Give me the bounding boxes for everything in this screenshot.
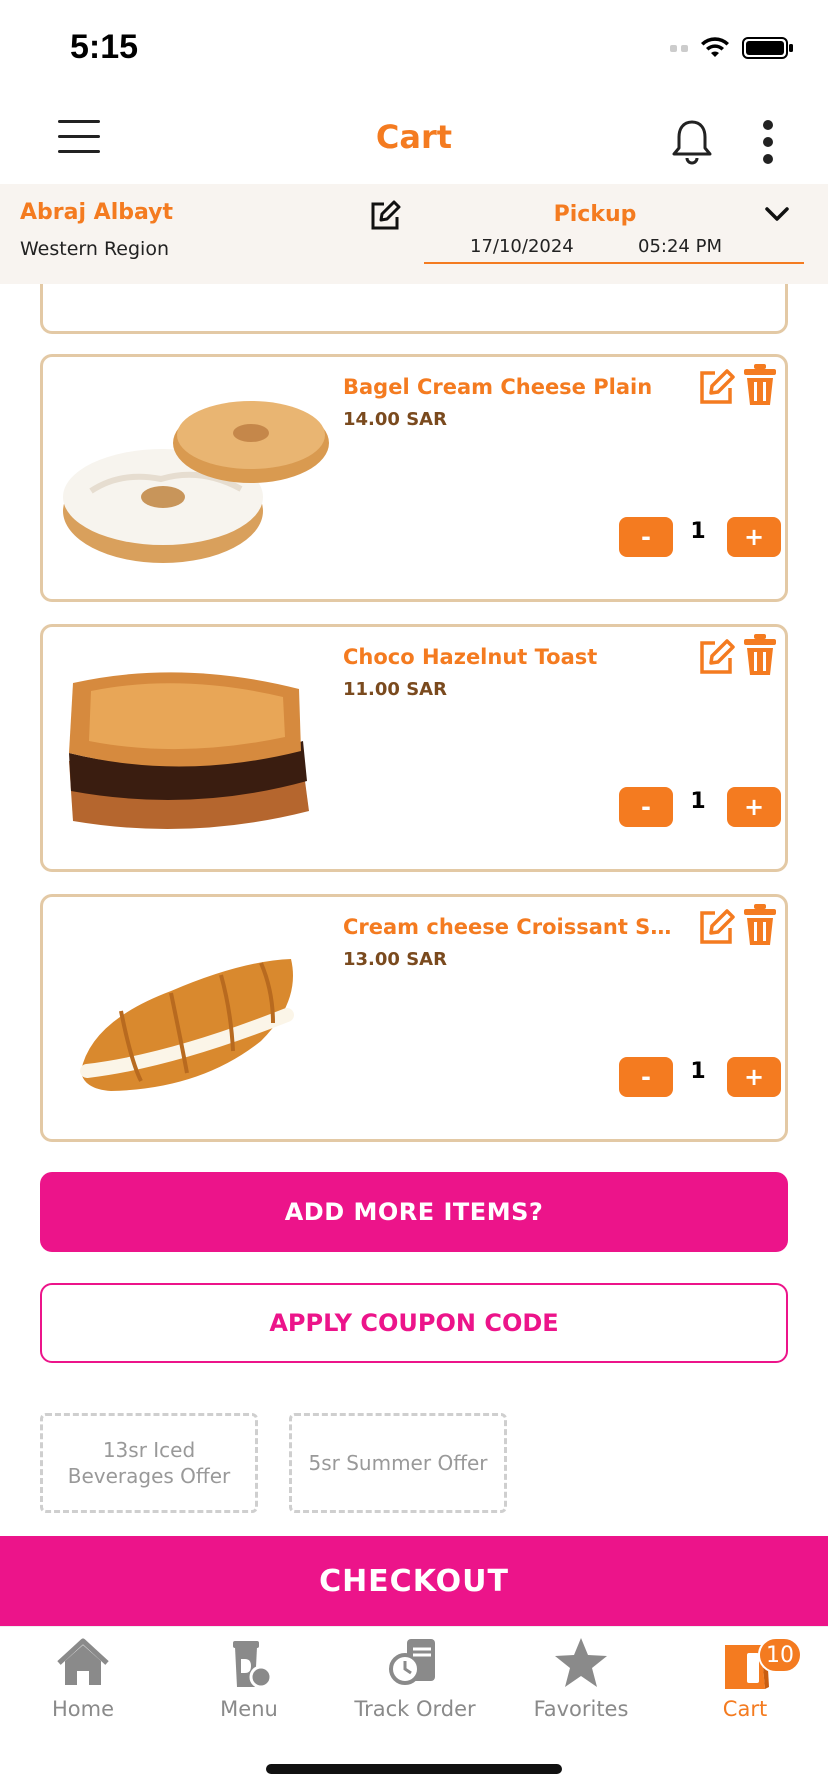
- chevron-down-icon[interactable]: [764, 204, 790, 224]
- offer-chip[interactable]: 13sr Iced Beverages Offer: [40, 1413, 258, 1513]
- quantity-value: 1: [690, 519, 706, 544]
- apply-coupon-button[interactable]: APPLY COUPON CODE: [40, 1283, 788, 1363]
- tab-track-order[interactable]: Track Order: [332, 1635, 498, 1745]
- item-price: 11.00 SAR: [343, 679, 447, 700]
- item-name: Bagel Cream Cheese Plain: [343, 375, 653, 399]
- status-time: 5:15: [70, 28, 139, 66]
- pickup-time[interactable]: 05:24 PM: [638, 236, 722, 257]
- decrease-quantity-button[interactable]: -: [619, 517, 673, 557]
- edit-item-icon[interactable]: [697, 905, 737, 947]
- store-name[interactable]: Abraj Albayt: [20, 200, 173, 225]
- delete-item-icon[interactable]: [743, 633, 777, 677]
- pickup-date[interactable]: 17/10/2024: [470, 236, 574, 257]
- home-icon: [57, 1638, 109, 1685]
- offer-chip[interactable]: 5sr Summer Offer: [289, 1413, 507, 1513]
- increase-quantity-button[interactable]: +: [727, 1057, 781, 1097]
- store-pickup-bar: Abraj Albayt Western Region Pickup 17/10…: [0, 184, 828, 284]
- item-name: Cream cheese Croissant Sandwich: [343, 915, 673, 939]
- tab-home[interactable]: Home: [0, 1635, 166, 1745]
- tab-menu[interactable]: Menu: [166, 1635, 332, 1745]
- more-options-icon[interactable]: [760, 120, 776, 164]
- decrease-quantity-button[interactable]: -: [619, 787, 673, 827]
- tab-label: Favorites: [533, 1697, 629, 1721]
- delete-item-icon[interactable]: [743, 903, 777, 947]
- increase-quantity-button[interactable]: +: [727, 787, 781, 827]
- home-indicator: [266, 1764, 562, 1774]
- wifi-icon: [701, 37, 729, 57]
- item-price: 13.00 SAR: [343, 949, 447, 970]
- cart-item-card: Choco Hazelnut Toast 11.00 SAR - 1 +: [40, 624, 788, 872]
- signal-icon: [670, 44, 688, 52]
- tab-cart[interactable]: 10 Cart: [662, 1635, 828, 1745]
- tab-label: Cart: [722, 1697, 768, 1721]
- cart-item-card: Cream cheese Croissant Sandwich 13.00 SA…: [40, 894, 788, 1142]
- croissant-image: [80, 959, 294, 1091]
- order-mode-label[interactable]: Pickup: [520, 202, 670, 227]
- star-icon: [555, 1638, 607, 1687]
- pickup-underline: [424, 262, 804, 264]
- item-price: 14.00 SAR: [343, 409, 447, 430]
- checkout-button[interactable]: CHECKOUT: [0, 1536, 828, 1626]
- cart-item-card-partial: [40, 284, 788, 334]
- cart-item-card: Bagel Cream Cheese Plain 14.00 SAR - 1 +: [40, 354, 788, 602]
- edit-item-icon[interactable]: [697, 365, 737, 407]
- tab-label: Menu: [220, 1697, 278, 1721]
- app-header: Cart: [0, 100, 828, 184]
- toast-image: [69, 672, 309, 829]
- delete-item-icon[interactable]: [743, 363, 777, 407]
- increase-quantity-button[interactable]: +: [727, 517, 781, 557]
- notification-bell-icon[interactable]: [670, 118, 714, 166]
- edit-item-icon[interactable]: [697, 635, 737, 677]
- tab-label: Home: [51, 1697, 114, 1721]
- add-more-items-button[interactable]: ADD MORE ITEMS?: [40, 1172, 788, 1252]
- status-icons: [670, 36, 794, 60]
- tab-label: Track Order: [354, 1697, 476, 1721]
- decrease-quantity-button[interactable]: -: [619, 1057, 673, 1097]
- status-bar: 5:15: [0, 0, 828, 100]
- quantity-value: 1: [690, 1059, 706, 1084]
- item-name: Choco Hazelnut Toast: [343, 645, 598, 669]
- battery-icon: [742, 37, 793, 59]
- quantity-value: 1: [690, 789, 706, 814]
- menu-cup-icon: [233, 1641, 273, 1689]
- track-order-icon: [389, 1639, 435, 1685]
- cart-count-badge: 10: [758, 1637, 802, 1673]
- edit-store-icon[interactable]: [368, 198, 402, 232]
- store-region: Western Region: [20, 238, 170, 260]
- tab-favorites[interactable]: Favorites: [498, 1635, 664, 1745]
- bagel-image: [63, 401, 329, 563]
